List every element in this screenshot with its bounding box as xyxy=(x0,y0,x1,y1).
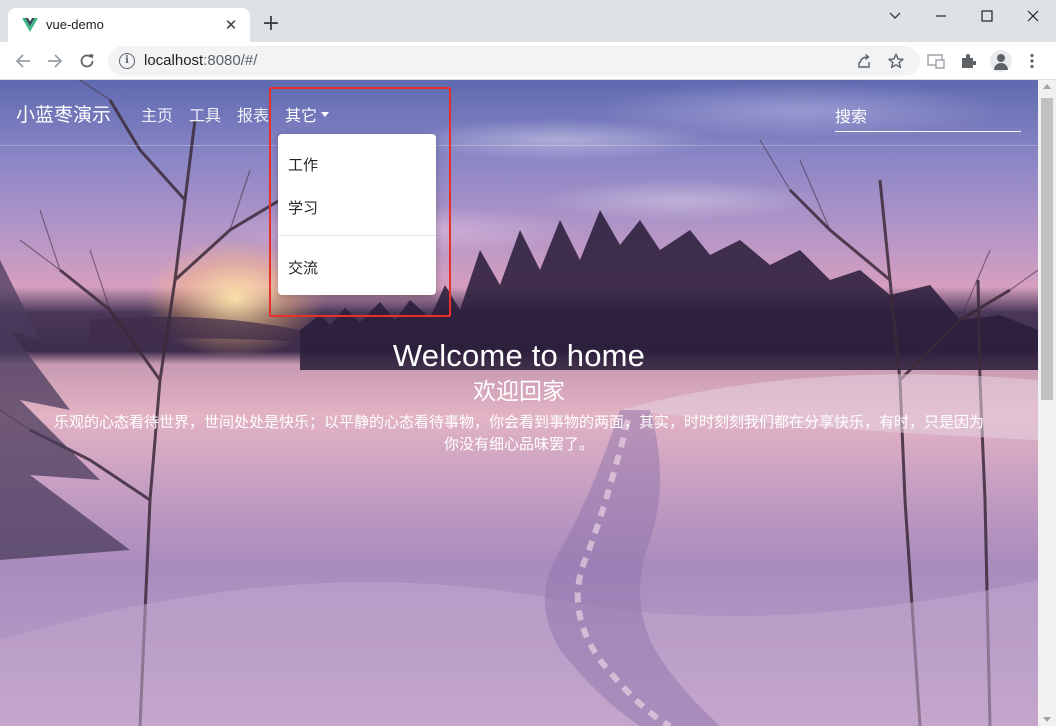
hero-title: Welcome to home xyxy=(392,338,646,373)
hero-subtitle: 欢迎回家 xyxy=(473,379,565,405)
cast-icon[interactable] xyxy=(926,51,946,71)
address-bar[interactable]: i localhost:8080/#/ xyxy=(108,46,920,76)
tab-title: vue-demo xyxy=(46,17,104,32)
close-icon[interactable]: ✕ xyxy=(222,16,240,34)
star-icon[interactable] xyxy=(886,51,906,71)
chevron-down-icon[interactable] xyxy=(872,0,918,32)
close-window-icon[interactable] xyxy=(1010,0,1056,32)
scroll-up-arrow-icon[interactable] xyxy=(1043,84,1051,89)
tab-strip: vue-demo ✕ + xyxy=(0,0,1056,42)
minimize-icon[interactable] xyxy=(918,0,964,32)
browser-tab[interactable]: vue-demo ✕ xyxy=(8,8,250,42)
annotation-highlight-box xyxy=(269,87,451,317)
forward-icon[interactable] xyxy=(42,48,68,74)
url-path: :8080/#/ xyxy=(203,52,258,69)
search-placeholder: 搜索 xyxy=(835,107,868,126)
nav-link-reports[interactable]: 报表 xyxy=(237,102,269,126)
page-viewport: 小蓝枣演示 主页 工具 报表 其它 搜索 工作 学习 交流 Welcome to… xyxy=(0,80,1038,726)
search-input[interactable]: 搜索 xyxy=(835,96,1021,132)
info-icon[interactable]: i xyxy=(119,53,135,69)
url-host: localhost xyxy=(144,52,204,69)
page-scrollbar[interactable] xyxy=(1038,80,1056,726)
puzzle-icon[interactable] xyxy=(958,51,978,71)
nav-link-tools[interactable]: 工具 xyxy=(189,102,221,126)
profile-icon[interactable] xyxy=(990,50,1012,72)
scroll-thumb[interactable] xyxy=(1041,98,1053,400)
new-tab-button[interactable]: + xyxy=(258,12,284,38)
nav-link-home[interactable]: 主页 xyxy=(141,102,173,126)
vue-favicon xyxy=(22,18,38,32)
brand-logo[interactable]: 小蓝枣演示 xyxy=(16,100,111,127)
browser-toolbar: i localhost:8080/#/ xyxy=(0,42,1056,80)
hero-section: Welcome to home 欢迎回家 乐观的心态看待世界，世间处处是快乐；以… xyxy=(0,336,1038,455)
share-icon[interactable] xyxy=(854,51,874,71)
maximize-icon[interactable] xyxy=(964,0,1010,32)
back-icon[interactable] xyxy=(10,48,36,74)
reload-icon[interactable] xyxy=(74,48,100,74)
navbar: 小蓝枣演示 主页 工具 报表 其它 搜索 工作 学习 交流 xyxy=(0,80,1038,317)
kebab-menu-icon[interactable] xyxy=(1022,51,1042,71)
scroll-down-arrow-icon[interactable] xyxy=(1043,717,1051,722)
url-text[interactable]: localhost:8080/#/ xyxy=(144,52,257,69)
hero-text: 乐观的心态看待世界，世间处处是快乐；以平静的心态看待事物，你会看到事物的两面，其… xyxy=(53,413,984,453)
